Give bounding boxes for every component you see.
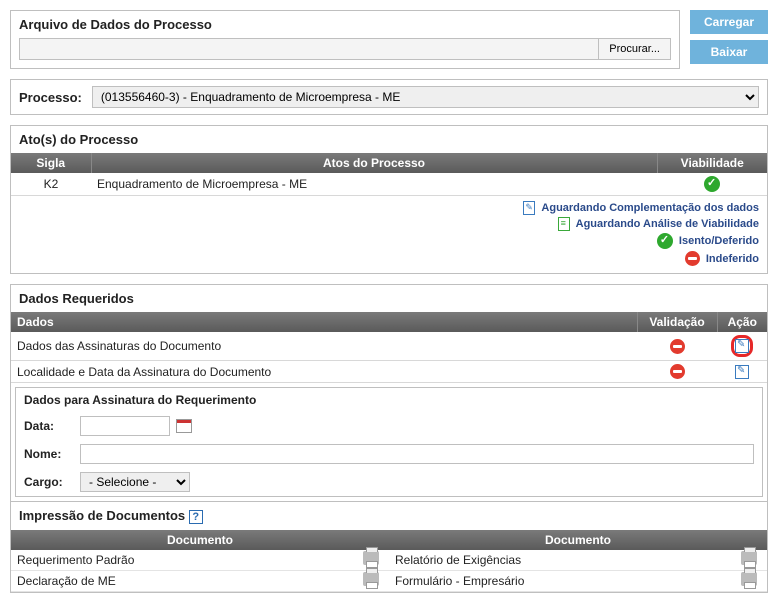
stop-icon [685, 251, 700, 266]
cell-viabilidade [657, 173, 767, 196]
nome-input[interactable] [80, 444, 754, 464]
cell-dados: Localidade e Data da Assinatura do Docum… [11, 361, 637, 383]
doc-pending-icon [523, 201, 535, 215]
col-validacao: Validação [637, 312, 717, 332]
doc-grid: Documento Documento Requerimento Padrão … [11, 530, 767, 592]
data-label: Data: [24, 419, 74, 433]
processo-row: Processo: (013556460-3) - Enquadramento … [10, 79, 768, 115]
processo-label: Processo: [19, 90, 82, 105]
edit-icon[interactable] [735, 365, 749, 379]
atos-table: Sigla Atos do Processo Viabilidade K2 En… [11, 153, 767, 196]
print-icon[interactable] [741, 572, 757, 586]
dados-table: Dados Validação Ação Dados das Assinatur… [11, 312, 767, 383]
highlight-ring [731, 335, 753, 357]
table-row: K2 Enquadramento de Microempresa - ME [11, 173, 767, 196]
cargo-select[interactable]: - Selecione - [80, 472, 190, 492]
assinatura-title: Dados para Assinatura do Requerimento [16, 388, 762, 412]
file-path-display [19, 38, 599, 60]
calendar-icon[interactable] [176, 419, 192, 433]
cargo-label: Cargo: [24, 475, 74, 489]
legend-item: Indeferido [706, 253, 759, 265]
assinatura-panel: Dados para Assinatura do Requerimento Da… [15, 387, 763, 497]
stop-icon [670, 364, 685, 379]
col-dados: Dados [11, 312, 637, 332]
check-icon [704, 176, 720, 192]
legend: Aguardando Complementação dos dados Agua… [11, 196, 767, 273]
browse-button[interactable]: Procurar... [598, 38, 671, 60]
file-upload-title: Arquivo de Dados do Processo [11, 11, 679, 38]
carregar-button[interactable]: Carregar [690, 10, 768, 34]
col-sigla: Sigla [11, 153, 91, 173]
doc-analysis-icon [558, 217, 570, 231]
legend-item: Isento/Deferido [679, 235, 759, 247]
cell-acao [717, 332, 767, 361]
data-input[interactable] [80, 416, 170, 436]
edit-icon[interactable] [735, 339, 749, 353]
doc-cell: Formulário - Empresário [389, 571, 727, 592]
cell-dados: Dados das Assinaturas do Documento [11, 332, 637, 361]
cell-validacao [637, 332, 717, 361]
baixar-button[interactable]: Baixar [690, 40, 768, 64]
col-atos: Atos do Processo [91, 153, 657, 173]
print-icon[interactable] [741, 551, 757, 565]
atos-panel: Ato(s) do Processo Sigla Atos do Process… [10, 125, 768, 274]
table-row: Dados das Assinaturas do Documento [11, 332, 767, 361]
cell-validacao [637, 361, 717, 383]
table-row: Localidade e Data da Assinatura do Docum… [11, 361, 767, 383]
print-icon[interactable] [363, 551, 379, 565]
check-icon [657, 233, 673, 249]
dados-title: Dados Requeridos [11, 285, 767, 312]
file-upload-panel: Arquivo de Dados do Processo Procurar... [10, 10, 680, 69]
cell-ato: Enquadramento de Microempresa - ME [91, 173, 657, 196]
col-documento: Documento [389, 530, 767, 550]
col-acao: Ação [717, 312, 767, 332]
legend-item: Aguardando Análise de Viabilidade [576, 218, 759, 230]
col-documento: Documento [11, 530, 389, 550]
legend-item: Aguardando Complementação dos dados [541, 202, 759, 214]
help-icon[interactable]: ? [189, 510, 203, 524]
doc-cell: Requerimento Padrão [11, 550, 349, 571]
impressao-title: Impressão de Documentos ? [11, 501, 767, 530]
processo-select[interactable]: (013556460-3) - Enquadramento de Microem… [92, 86, 759, 108]
atos-title: Ato(s) do Processo [11, 126, 767, 153]
stop-icon [670, 339, 685, 354]
dados-panel: Dados Requeridos Dados Validação Ação Da… [10, 284, 768, 593]
cell-sigla: K2 [11, 173, 91, 196]
doc-cell: Declaração de ME [11, 571, 349, 592]
cell-acao [717, 361, 767, 383]
nome-label: Nome: [24, 447, 74, 461]
doc-cell: Relatório de Exigências [389, 550, 727, 571]
print-icon[interactable] [363, 572, 379, 586]
col-viabilidade: Viabilidade [657, 153, 767, 173]
